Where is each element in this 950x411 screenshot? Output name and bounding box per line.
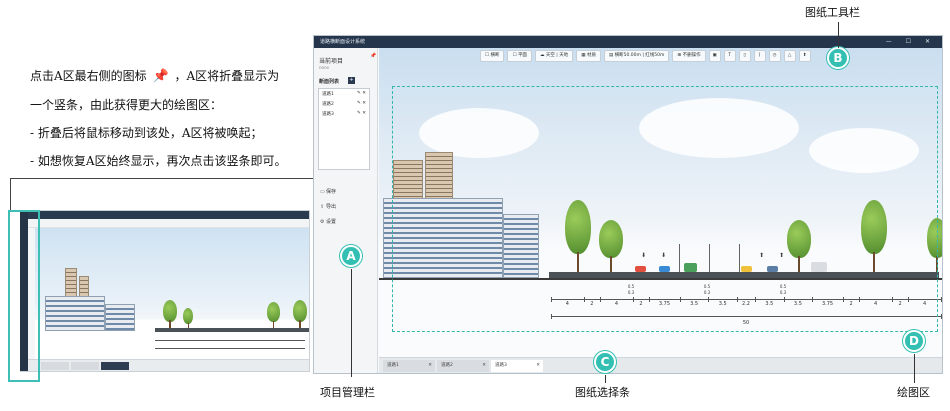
project-panel: 📌 当前项目 none 断面列表 + 道路1 ✎ ✕ 道路2 ✎ ✕ 道路3 ✎ ✕ … <box>314 48 378 373</box>
leader-line-b <box>838 22 839 48</box>
drawing-toolbar: ☐ 横断 ☐ 平面 ☁ 天空 | 天地 ▦ 材质 ▤ 横断50.00m | 红线… <box>480 49 811 62</box>
page-icon[interactable]: ▯ <box>738 49 751 62</box>
thumb-dimension <box>155 340 305 341</box>
instructions: 点击A区最右侧的图标 📌 ，A区将折叠显示为 一个竖条，由此获得更大的绘图区： … <box>30 62 330 175</box>
ops-button[interactable]: ⊞ 不删操作 <box>672 49 706 62</box>
dimension-tick <box>941 314 942 319</box>
tab-road-2[interactable]: 道路2 ✕ <box>437 360 489 372</box>
bracket-icon[interactable]: ⌈ <box>753 49 766 62</box>
leader-line-d <box>914 354 915 383</box>
list-item[interactable]: 道路2 ✎ ✕ <box>319 99 369 109</box>
pin-icon[interactable]: 📌 <box>370 53 376 59</box>
connector-line <box>10 178 350 179</box>
titlebar: 道路横断面设计系统 — ☐ ✕ <box>314 36 942 48</box>
menu-save[interactable]: ▭保存 <box>320 188 336 195</box>
thumb-tabs <box>21 359 309 371</box>
instruction-line-1: 点击A区最右侧的图标 📌 ，A区将折叠显示为 <box>30 62 330 91</box>
section-list-header: 断面列表 <box>319 79 340 85</box>
project-subtitle: none <box>319 65 329 70</box>
thumb-canvas <box>35 228 309 359</box>
thumb-toolbar <box>21 219 309 228</box>
marker-c: C <box>594 351 616 373</box>
label-drawing-area: 绘图区 <box>897 386 930 399</box>
drawing-area-outline <box>392 86 938 332</box>
pin-icon: 📌 <box>152 69 169 84</box>
list-item[interactable]: 道路3 ✎ ✕ <box>319 109 369 119</box>
image-icon[interactable]: ▣ <box>708 49 721 62</box>
label-drawing-toolbar: 图纸工具栏 <box>805 6 860 19</box>
label-tab-bar: 图纸选择条 <box>575 386 630 399</box>
view-cross-option[interactable]: ☐ 横断 <box>480 49 505 62</box>
connector-line-vertical <box>10 178 11 211</box>
thumb-building <box>105 304 135 331</box>
edit-close-icons[interactable]: ✎ ✕ <box>357 91 366 97</box>
list-item[interactable]: 道路1 ✎ ✕ <box>319 89 369 99</box>
drawing-tabs: 道路1 ✕ 道路2 ✕ 道路3 ✕ <box>379 357 942 373</box>
label-project-panel: 项目管理栏 <box>320 386 375 399</box>
instruction-line-4: - 如想恢复A区始终显示，再次点击该竖条即可。 <box>30 154 287 168</box>
view-plan-option[interactable]: ☐ 平面 <box>507 49 532 62</box>
sky-button[interactable]: ☁ 天空 | 天地 <box>534 49 574 62</box>
collapsed-preview-thumbnail <box>20 210 310 372</box>
window-controls[interactable]: — ☐ ✕ <box>886 36 936 48</box>
measure-icon[interactable]: △ <box>783 49 796 62</box>
thumb-dimension <box>155 348 305 349</box>
edit-close-icons[interactable]: ✎ ✕ <box>357 111 366 117</box>
dimension-tick <box>941 297 942 302</box>
material-button[interactable]: ▦ 材质 <box>576 49 601 62</box>
leader-line-c <box>605 375 606 383</box>
window-title: 道路横断面设计系统 <box>320 39 366 45</box>
close-icon[interactable]: ✕ <box>428 360 432 372</box>
text-icon[interactable]: T <box>723 49 736 62</box>
thumb-road <box>155 328 309 332</box>
instruction-line-2: 一个竖条，由此获得更大的绘图区： <box>30 98 223 112</box>
tab-road-3[interactable]: 道路3 ✕ <box>491 360 543 372</box>
add-section-button[interactable]: + <box>348 77 355 84</box>
section-list: 道路1 ✎ ✕ 道路2 ✎ ✕ 道路3 ✎ ✕ <box>318 88 370 170</box>
marker-d: D <box>903 330 925 352</box>
edit-close-icons[interactable]: ✎ ✕ <box>357 101 366 107</box>
thumb-building <box>45 296 105 331</box>
menu-settings[interactable]: ⚙ 设置 <box>320 218 336 225</box>
collapsed-sidebar-highlight <box>8 210 40 382</box>
tab-road-1[interactable]: 道路1 ✕ <box>383 360 435 372</box>
marker-a: A <box>340 245 362 267</box>
close-icon[interactable]: ✕ <box>482 360 486 372</box>
thumb-titlebar <box>21 211 309 219</box>
upload-icon[interactable]: ⬆ <box>798 49 811 62</box>
size-button[interactable]: ▤ 横断50.00m | 红线50m <box>603 49 670 62</box>
project-title: 当前项目 <box>319 58 344 65</box>
close-icon[interactable]: ✕ <box>536 360 540 372</box>
instruction-line-3: - 折叠后将鼠标移动到该处，A区将被唤起； <box>30 126 263 140</box>
leader-line-a <box>351 269 352 377</box>
marker-b: B <box>827 47 849 69</box>
menu-export[interactable]: ⇪ 导出 <box>320 203 336 210</box>
clock-icon[interactable]: ◷ <box>768 49 781 62</box>
